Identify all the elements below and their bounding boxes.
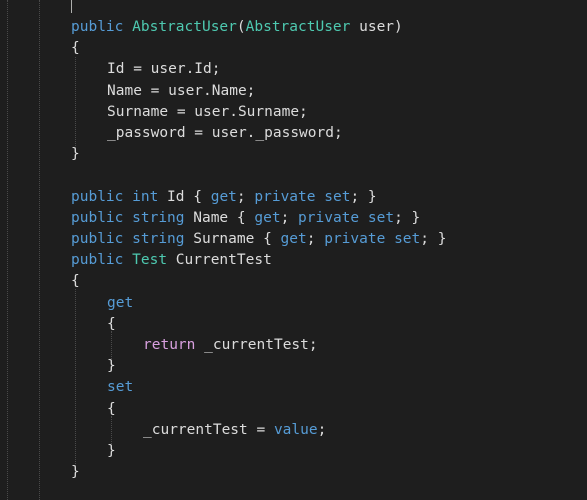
code-line[interactable]: { [71, 271, 80, 292]
code-line[interactable]: _password = user._password; [107, 123, 343, 144]
code-line[interactable]: public AbstractUser(AbstractUser user) [71, 17, 403, 38]
code-token: ; [280, 209, 299, 226]
code-line[interactable]: { [107, 314, 116, 335]
code-token: CurrentTest [167, 252, 272, 269]
code-line[interactable]: { [107, 399, 116, 420]
code-token: int [132, 188, 159, 205]
code-line[interactable]: Name = user.Name; [107, 81, 255, 102]
code-line[interactable]: } [71, 462, 80, 483]
code-token: _currentTest = [143, 421, 274, 438]
code-token: get [210, 188, 237, 205]
code-token: AbstractUser [245, 19, 351, 35]
code-token: public [71, 231, 124, 247]
code-token: { [71, 40, 80, 57]
code-token: set [367, 209, 395, 226]
code-token: value [273, 421, 318, 438]
code-line[interactable]: get [107, 293, 133, 314]
code-token: private [324, 231, 386, 247]
code-token: ; [317, 421, 327, 438]
code-token: ; } [420, 231, 447, 247]
code-line[interactable]: } [71, 144, 80, 165]
code-token: string [132, 209, 185, 226]
code-token: return [143, 337, 196, 353]
code-token: user) [350, 19, 403, 35]
code-token: get [107, 294, 134, 311]
code-line[interactable]: return _currentTest; [143, 335, 318, 356]
code-token: private [254, 188, 316, 205]
code-line[interactable]: { [71, 38, 80, 59]
code-token: { [71, 273, 80, 290]
code-token: { [107, 400, 116, 417]
code-token: Surname = user.Surname; [107, 103, 308, 120]
code-line[interactable]: public Test CurrentTest [71, 250, 272, 271]
text-cursor [71, 0, 72, 13]
code-token: set [394, 231, 421, 247]
indent-guide [75, 289, 76, 466]
code-line[interactable]: public int Id { get; private set; } [71, 187, 377, 208]
code-editor[interactable]: public AbstractUser(AbstractUser user) { I… [0, 0, 587, 500]
code-line[interactable]: public string Name { get; private set; } [71, 208, 420, 229]
code-line[interactable]: } [107, 441, 116, 462]
code-token: public [71, 252, 124, 269]
code-line[interactable]: _currentTest = value; [143, 420, 326, 441]
code-token: public [71, 209, 124, 226]
code-token: _password = user._password; [107, 125, 343, 141]
code-token: set [324, 188, 351, 205]
code-token: public [71, 19, 124, 35]
code-token: get [280, 231, 307, 247]
code-token: Name = user.Name; [107, 82, 256, 99]
code-token: string [132, 231, 185, 247]
code-token: } [107, 358, 116, 375]
code-line[interactable]: Surname = user.Surname; [107, 102, 308, 123]
code-line[interactable]: Id = user.Id; [107, 59, 221, 80]
code-token: ; } [394, 209, 421, 226]
code-token: Id = user.Id; [107, 61, 221, 78]
code-line[interactable]: public string Surname { get; private set… [71, 229, 446, 250]
code-token: ; [306, 231, 325, 247]
indent-guide [39, 0, 40, 500]
indent-guide [7, 0, 8, 500]
code-token: _currentTest; [195, 337, 318, 353]
code-line[interactable]: } [107, 356, 116, 377]
code-token: get [254, 209, 281, 226]
code-token: private [298, 209, 360, 226]
code-token: ; } [350, 188, 377, 205]
code-token: } [71, 464, 80, 481]
code-token: Id { [158, 188, 211, 205]
code-token: AbstractUser [132, 19, 237, 35]
code-token: public [71, 188, 124, 205]
code-token: } [107, 443, 116, 459]
code-token: Test [132, 252, 168, 269]
code-token: Name { [184, 209, 255, 226]
code-token: { [107, 315, 116, 332]
code-token: ; [236, 188, 255, 205]
indent-guide [75, 57, 76, 148]
code-token: set [107, 379, 134, 396]
code-token: ( [236, 19, 246, 35]
code-token: } [71, 146, 80, 163]
code-token: Surname { [184, 231, 281, 247]
code-line[interactable]: set [107, 377, 133, 398]
